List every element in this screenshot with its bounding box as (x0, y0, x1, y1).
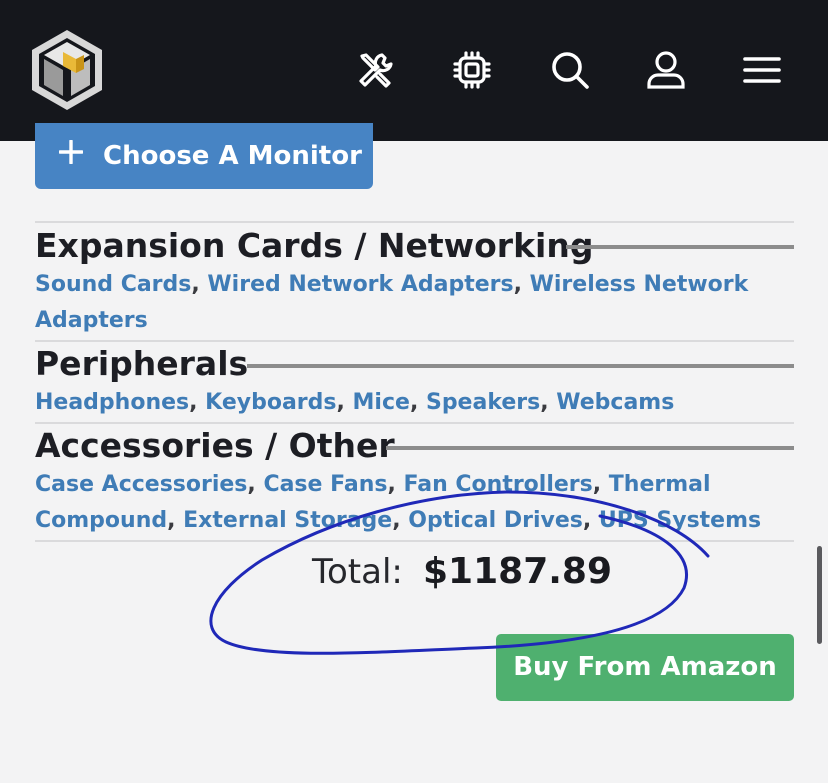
top-nav-bar (0, 0, 828, 141)
link-list-peripherals: Headphones, Keyboards, Mice, Speakers, W… (35, 390, 675, 415)
choose-monitor-button[interactable]: Choose A Monitor (35, 123, 373, 189)
title-rule (566, 245, 794, 249)
total-price: $1187.89 (423, 551, 613, 592)
link-optical-drives[interactable]: Optical Drives (408, 508, 583, 533)
total-label: Total: (312, 552, 403, 592)
section-title-accessories: Accessories / Other (35, 426, 395, 465)
search-icon[interactable] (550, 50, 590, 90)
link-ups-systems[interactable]: UPS Systems (599, 508, 761, 533)
buy-from-amazon-button[interactable]: Buy From Amazon (496, 634, 794, 701)
logo-cube-icon[interactable] (30, 28, 104, 112)
link-list-accessories: Case Accessories, Case Fans, Fan Control… (35, 472, 762, 533)
title-rule (386, 446, 794, 450)
choose-monitor-label: Choose A Monitor (103, 141, 362, 171)
user-icon[interactable] (646, 50, 686, 90)
tools-icon[interactable] (356, 50, 396, 90)
cpu-chip-icon[interactable] (452, 50, 492, 90)
link-wired-network-adapters[interactable]: Wired Network Adapters (207, 272, 513, 297)
section-title-peripherals: Peripherals (35, 344, 249, 383)
link-list-expansion-cards: Sound Cards, Wired Network Adapters, Wir… (35, 272, 749, 333)
divider (35, 422, 794, 424)
divider (35, 340, 794, 342)
menu-icon[interactable] (742, 50, 782, 90)
link-external-storage[interactable]: External Storage (183, 508, 392, 533)
scrollbar-thumb[interactable] (817, 546, 822, 644)
divider (35, 540, 794, 542)
link-sound-cards[interactable]: Sound Cards (35, 272, 191, 297)
link-keyboards[interactable]: Keyboards (205, 390, 336, 415)
title-rule (247, 364, 794, 368)
link-headphones[interactable]: Headphones (35, 390, 189, 415)
link-webcams[interactable]: Webcams (556, 390, 674, 415)
link-speakers[interactable]: Speakers (426, 390, 540, 415)
link-mice[interactable]: Mice (353, 390, 410, 415)
link-case-fans[interactable]: Case Fans (263, 472, 387, 497)
link-case-accessories[interactable]: Case Accessories (35, 472, 247, 497)
divider (35, 221, 794, 223)
plus-icon (59, 140, 83, 164)
section-title-expansion-cards: Expansion Cards / Networking (35, 226, 594, 265)
link-fan-controllers[interactable]: Fan Controllers (403, 472, 592, 497)
